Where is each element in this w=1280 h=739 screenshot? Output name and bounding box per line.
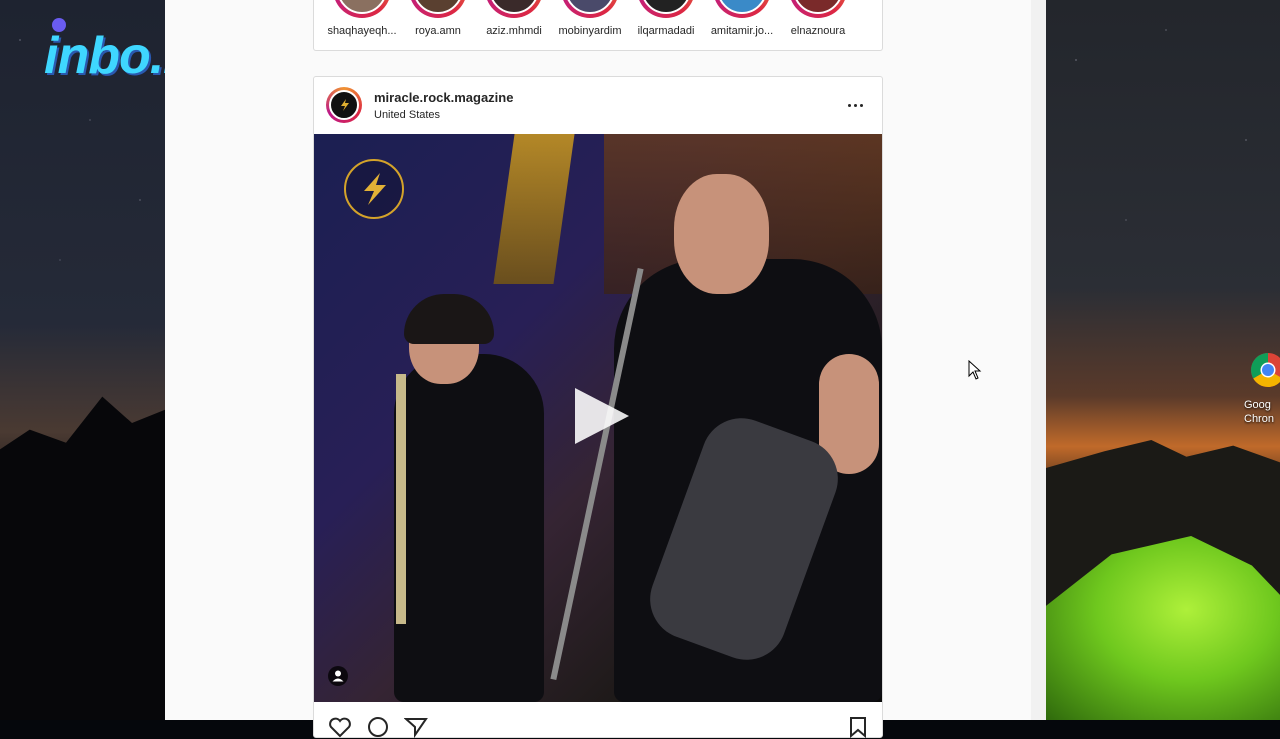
play-icon[interactable] bbox=[569, 384, 633, 448]
stage-light bbox=[493, 134, 575, 284]
story-ring bbox=[561, 0, 619, 18]
story-username: mobinyardim bbox=[558, 25, 622, 37]
avatar-inner bbox=[329, 90, 359, 120]
story-avatar bbox=[793, 0, 843, 14]
more-dot bbox=[848, 104, 851, 107]
story-ring bbox=[713, 0, 771, 18]
post-author-avatar[interactable] bbox=[326, 87, 362, 123]
more-dot bbox=[854, 104, 857, 107]
person-icon bbox=[332, 670, 344, 682]
performer-left-hair bbox=[404, 294, 494, 344]
story-avatar bbox=[565, 0, 615, 14]
mouse-cursor-icon bbox=[968, 360, 982, 380]
desktop-icon-label-line2: Chron bbox=[1244, 413, 1274, 425]
magazine-logo-badge bbox=[344, 159, 404, 219]
story-avatar bbox=[717, 0, 767, 14]
share-icon[interactable] bbox=[404, 715, 428, 739]
comment-icon[interactable] bbox=[366, 715, 390, 739]
lightning-bolt-icon bbox=[341, 99, 349, 111]
post-video[interactable] bbox=[314, 134, 882, 702]
story-username: elnaznoura bbox=[790, 25, 846, 37]
story-avatar bbox=[641, 0, 691, 14]
feed-post: miracle.rock.magazine United States bbox=[313, 76, 883, 739]
story-avatar bbox=[413, 0, 463, 14]
stories-bar: shaqhayeqh... roya.amn aziz.mhmdi mobiny… bbox=[313, 0, 883, 51]
save-bookmark-icon[interactable] bbox=[846, 715, 870, 739]
watermark-dot bbox=[52, 18, 66, 32]
google-chrome-icon[interactable] bbox=[1250, 352, 1280, 388]
post-header: miracle.rock.magazine United States bbox=[314, 77, 882, 134]
story-avatar bbox=[337, 0, 387, 14]
performer-right-face bbox=[674, 174, 769, 294]
like-heart-icon[interactable] bbox=[328, 715, 352, 739]
post-location[interactable]: United States bbox=[374, 109, 440, 121]
desktop-wallpaper-right bbox=[1046, 0, 1280, 720]
story-username: shaqhayeqh... bbox=[327, 25, 397, 37]
story-ring bbox=[789, 0, 847, 18]
desktop-icon-label-line1: Goog bbox=[1244, 399, 1271, 411]
post-actions-bar bbox=[314, 707, 882, 739]
browser-scroll-gutter[interactable] bbox=[1031, 0, 1046, 720]
story-username: roya.amn bbox=[415, 25, 461, 37]
lightning-bolt-icon bbox=[364, 173, 386, 205]
mountain-silhouette bbox=[0, 396, 165, 720]
bass-guitar-neck bbox=[396, 374, 406, 624]
story-ring bbox=[637, 0, 695, 18]
desktop-icon-label[interactable]: Goog Chron bbox=[1244, 398, 1280, 426]
story-username: aziz.mhmdi bbox=[486, 25, 542, 37]
story-avatar bbox=[489, 0, 539, 14]
performer-left bbox=[394, 354, 544, 702]
instagram-feed-page: shaqhayeqh... roya.amn aziz.mhmdi mobiny… bbox=[165, 0, 1031, 739]
post-author-username[interactable]: miracle.rock.magazine bbox=[374, 90, 513, 105]
story-ring bbox=[333, 0, 391, 18]
tagged-users-icon[interactable] bbox=[328, 666, 348, 686]
more-dot bbox=[860, 104, 863, 107]
desktop-wallpaper-left bbox=[0, 0, 165, 720]
story-ring bbox=[485, 0, 543, 18]
more-options-icon[interactable] bbox=[844, 95, 868, 115]
story-ring bbox=[409, 0, 467, 18]
story-username: amitamir.jo... bbox=[710, 25, 774, 37]
story-username: ilqarmadadi bbox=[637, 25, 695, 37]
